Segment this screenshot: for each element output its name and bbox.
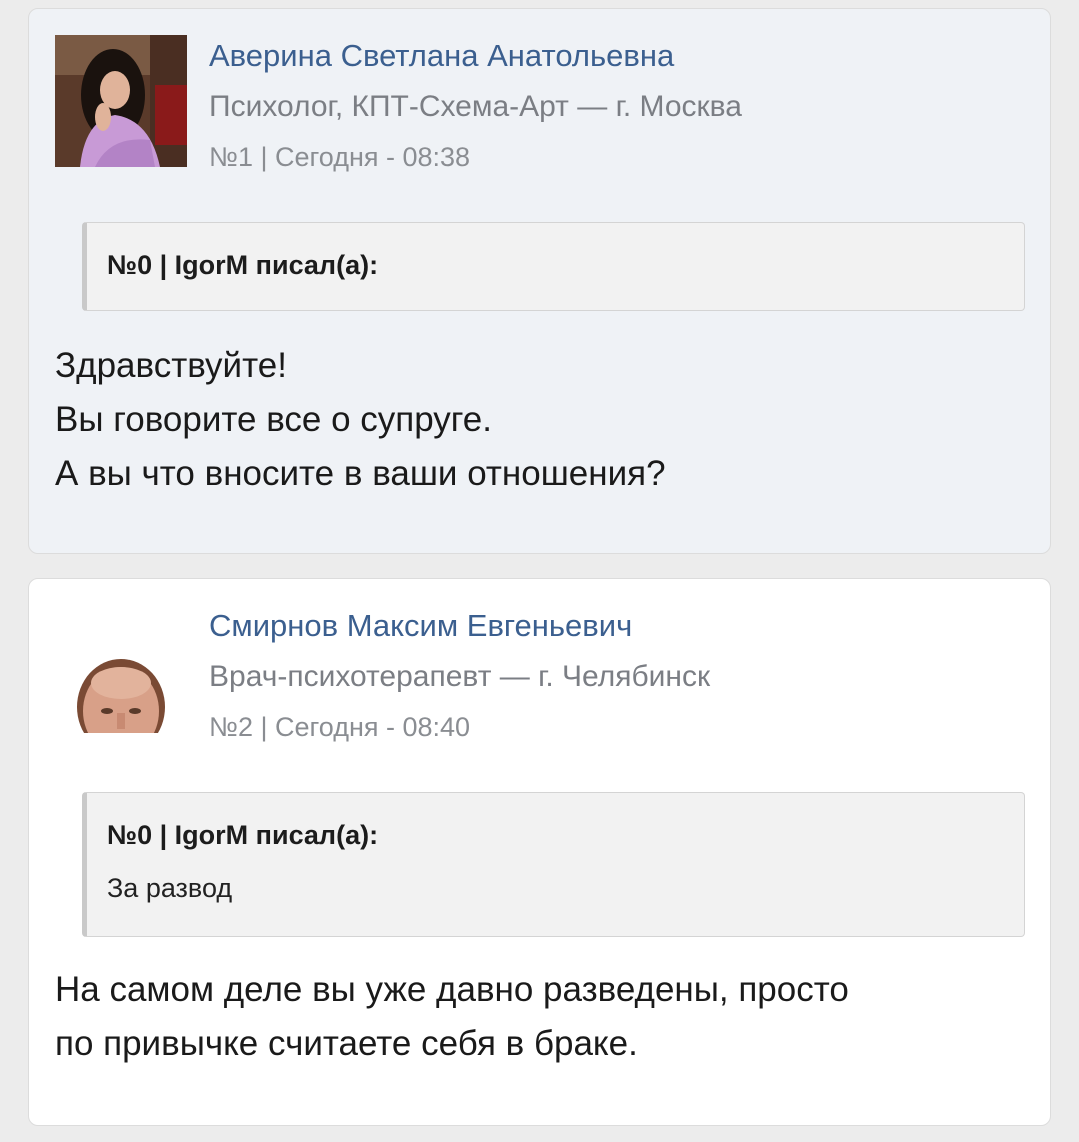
quote-text: За развод bbox=[107, 873, 233, 903]
post-body: Здравствуйте! Вы говорите все о супруге.… bbox=[55, 339, 1030, 501]
author-name-link[interactable]: Аверина Светлана Анатольевна bbox=[209, 38, 674, 74]
quote-header: №0 | IgorM писал(а): bbox=[107, 820, 379, 850]
avatar[interactable] bbox=[55, 35, 187, 167]
post-line: На самом деле вы уже давно разведены, пр… bbox=[55, 970, 849, 1009]
author-profession: Врач-психотерапевт — г. Челябинск bbox=[209, 660, 711, 693]
quote-block: №0 | IgorM писал(а): За развод bbox=[82, 792, 1025, 937]
post-line: по привычке считаете себя в браке. bbox=[55, 1024, 638, 1063]
post-body: На самом деле вы уже давно разведены, пр… bbox=[55, 963, 1030, 1071]
post-number-timestamp[interactable]: №2 | Сегодня - 08:40 bbox=[209, 712, 470, 743]
author-profession: Психолог, КПТ-Схема-Арт — г. Москва bbox=[209, 90, 742, 123]
man-portrait-photo-icon bbox=[55, 621, 187, 737]
post-line: Вы говорите все о супруге. bbox=[55, 400, 492, 439]
quote-header: №0 | IgorM писал(а): bbox=[107, 250, 379, 280]
forum-post: Аверина Светлана Анатольевна Психолог, К… bbox=[28, 8, 1051, 554]
post-number-timestamp[interactable]: №1 | Сегодня - 08:38 bbox=[209, 142, 470, 173]
post-line: А вы что вносите в ваши отношения? bbox=[55, 454, 666, 493]
quote-block: №0 | IgorM писал(а): bbox=[82, 222, 1025, 311]
avatar[interactable] bbox=[55, 621, 187, 737]
author-name-link[interactable]: Смирнов Максим Евгеньевич bbox=[209, 608, 632, 644]
post-line: Здравствуйте! bbox=[55, 346, 287, 385]
forum-post: Смирнов Максим Евгеньевич Врач-психотера… bbox=[28, 578, 1051, 1126]
woman-portrait-photo-icon bbox=[55, 35, 187, 167]
